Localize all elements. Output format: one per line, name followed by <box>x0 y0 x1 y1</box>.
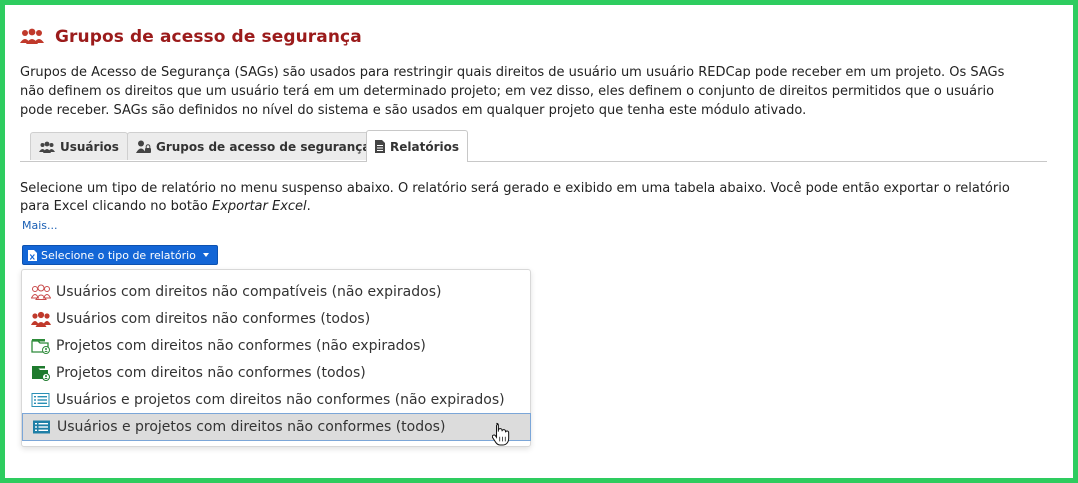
menu-item-label: Projetos com direitos não conformes (tod… <box>56 365 366 381</box>
menu-item-projects-noncompliant-unexpired[interactable]: Projetos com direitos não conformes (não… <box>22 333 530 359</box>
menu-item-users-noncompliant-all[interactable]: Usuários com direitos não conformes (tod… <box>22 306 530 332</box>
description-text-end: . <box>306 199 311 214</box>
report-type-menu: Usuários com direitos não compatíveis (n… <box>21 269 531 447</box>
users-icon <box>39 141 55 153</box>
users-icon <box>31 311 51 327</box>
report-type-dropdown-button[interactable]: Selecione o tipo de relatório <box>22 245 218 265</box>
menu-item-label: Usuários e projetos com direitos não con… <box>56 392 505 408</box>
tab-users[interactable]: Usuários <box>30 132 128 160</box>
reports-description-text: Selecione um tipo de relatório no menu s… <box>20 180 1010 216</box>
list-outline-icon <box>31 393 50 407</box>
menu-item-label: Usuários com direitos não conformes (tod… <box>56 311 371 327</box>
more-link[interactable]: Mais... <box>22 219 58 232</box>
menu-item-label: Usuários e projetos com direitos não con… <box>57 419 446 435</box>
menu-item-users-projects-noncompliant-unexpired[interactable]: Usuários e projetos com direitos não con… <box>22 387 530 413</box>
menu-item-users-noncompliant-unexpired[interactable]: Usuários com direitos não compatíveis (n… <box>22 279 530 305</box>
menu-item-label: Usuários com direitos não compatíveis (n… <box>56 284 442 300</box>
user-lock-icon <box>136 140 151 153</box>
tab-security-groups-label: Grupos de acesso de segurança <box>156 139 371 154</box>
reports-description: Selecione um tipo de relatório no menu s… <box>20 180 1010 216</box>
folder-icon <box>32 366 50 381</box>
users-outline-icon <box>31 284 51 300</box>
folder-outline-icon <box>31 339 50 354</box>
intro-text: Grupos de Acesso de Segurança (SAGs) são… <box>20 63 1020 120</box>
tab-users-label: Usuários <box>60 139 119 154</box>
menu-item-label: Projetos com direitos não conformes (não… <box>56 338 426 354</box>
excel-file-icon <box>28 249 37 261</box>
menu-item-users-projects-noncompliant-all[interactable]: Usuários e projetos com direitos não con… <box>22 413 531 441</box>
page-header: Grupos de acesso de segurança <box>20 27 362 47</box>
tab-bar: Usuários Grupos de acesso de segurança R… <box>20 130 1047 162</box>
menu-item-projects-noncompliant-all[interactable]: Projetos com direitos não conformes (tod… <box>22 360 530 386</box>
hand-pointer-cursor-icon <box>492 422 510 446</box>
page-frame: Grupos de acesso de segurança Grupos de … <box>5 5 1073 478</box>
tab-reports-label: Relatórios <box>390 139 459 154</box>
dropdown-label: Selecione o tipo de relatório <box>41 248 196 262</box>
page-title: Grupos de acesso de segurança <box>55 27 362 47</box>
description-text-start: Selecione um tipo de relatório no menu s… <box>20 181 1010 214</box>
tab-reports[interactable]: Relatórios <box>366 130 468 162</box>
export-excel-emphasis: Exportar Excel <box>211 199 307 214</box>
users-icon <box>20 28 44 44</box>
file-icon <box>375 140 385 153</box>
intro-paragraph: Grupos de Acesso de Segurança (SAGs) são… <box>20 65 1005 118</box>
list-icon <box>33 420 50 434</box>
caret-down-icon <box>202 253 209 257</box>
tab-security-groups[interactable]: Grupos de acesso de segurança <box>127 132 380 160</box>
